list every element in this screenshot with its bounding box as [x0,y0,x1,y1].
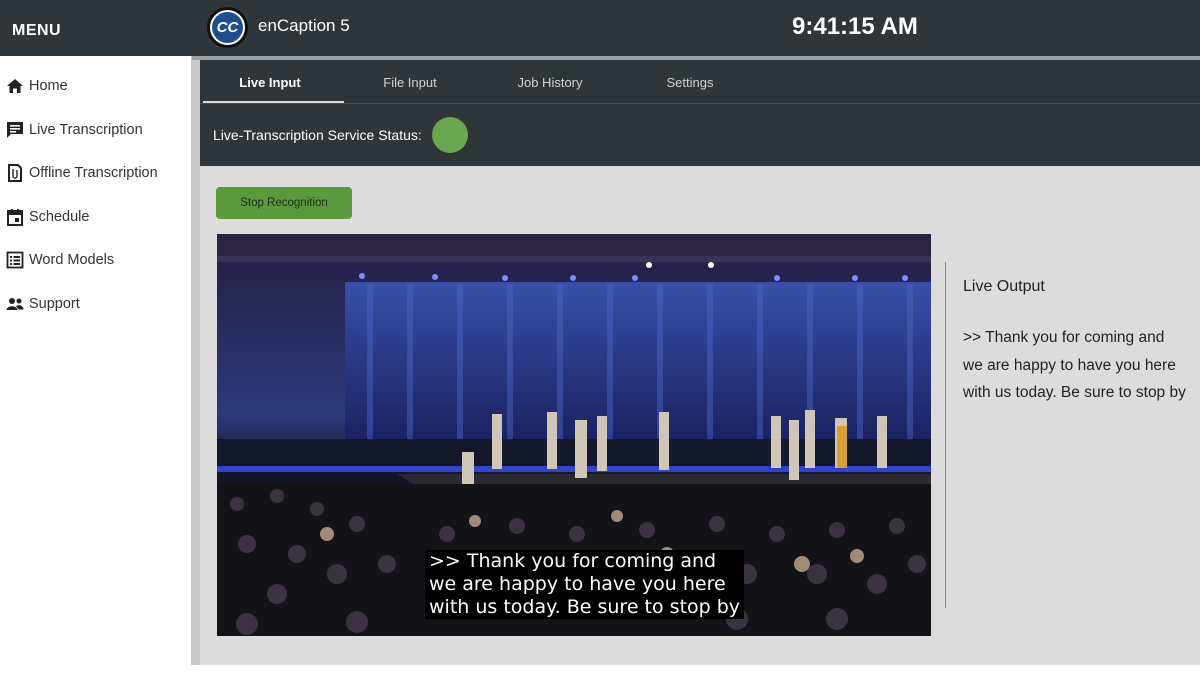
tab-divider [200,103,1200,104]
output-line: we are happy to have you here [963,356,1176,374]
sidebar-item-label: Support [29,296,80,312]
caption-line: with us today. Be sure to stop by [429,596,741,618]
output-line: >> Thank you for coming and [963,329,1165,346]
sidebar-item-word-models[interactable]: Word Models [0,245,190,275]
clock: 9:41:15 AM [792,13,918,40]
sidebar-item-offline-transcription[interactable]: Offline Transcription [0,158,190,188]
service-status-label: Live-Transcription Service Status: [213,127,422,143]
sidebar-item-schedule[interactable]: Schedule [0,202,190,232]
video-caption-overlay: >> Thank you for coming and we are happy… [425,550,745,619]
tab-live-input[interactable]: Live Input [200,75,340,90]
calendar-icon [6,208,24,226]
app-window: MENU Home Live Transcription Offline Tra… [0,0,1200,675]
file-icon [6,164,24,182]
tab-settings[interactable]: Settings [620,75,760,90]
bottom-strip [192,665,1200,675]
header-bar: CC enCaption 5 9:41:15 AM [192,0,1200,56]
stop-recognition-button[interactable]: Stop Recognition [216,187,352,219]
video-preview: >> Thank you for coming and we are happy… [217,234,931,636]
logo-text: CC [212,12,243,43]
people-icon [6,295,24,313]
home-icon [6,77,24,95]
transcript-icon [6,121,24,139]
output-divider [945,262,946,608]
sidebar-item-label: Word Models [29,252,115,268]
sidebar-item-label: Home [29,78,68,94]
tab-file-input[interactable]: File Input [340,75,480,90]
output-line: with us today. Be sure to stop by [963,384,1186,401]
menu-header[interactable]: MENU [0,0,192,56]
sidebar-item-label: Offline Transcription [29,165,158,181]
sidebar-divider [191,56,200,665]
sidebar: Home Live Transcription Offline Transcri… [0,56,192,675]
live-output-title: Live Output [963,278,1045,295]
app-title: enCaption 5 [258,16,350,35]
caption-line: >> Thank you for coming and [429,550,717,572]
sidebar-item-label: Schedule [29,209,90,225]
list-icon [6,251,24,269]
cc-logo: CC [207,7,248,48]
sidebar-item-support[interactable]: Support [0,289,190,319]
tab-job-history[interactable]: Job History [480,75,620,90]
sidebar-item-home[interactable]: Home [0,71,190,101]
caption-line: we are happy to have you here [429,573,726,595]
live-output-text: >> Thank you for coming and we are happy… [963,324,1186,407]
menu-title: MENU [12,22,62,39]
tab-panel: Live Input File Input Job History Settin… [200,60,1200,166]
sidebar-item-live-transcription[interactable]: Live Transcription [0,115,190,145]
sidebar-item-label: Live Transcription [29,122,143,138]
service-status-indicator [432,117,468,153]
live-input-panel: Stop Recognition >> Thank you for coming… [200,166,1200,665]
